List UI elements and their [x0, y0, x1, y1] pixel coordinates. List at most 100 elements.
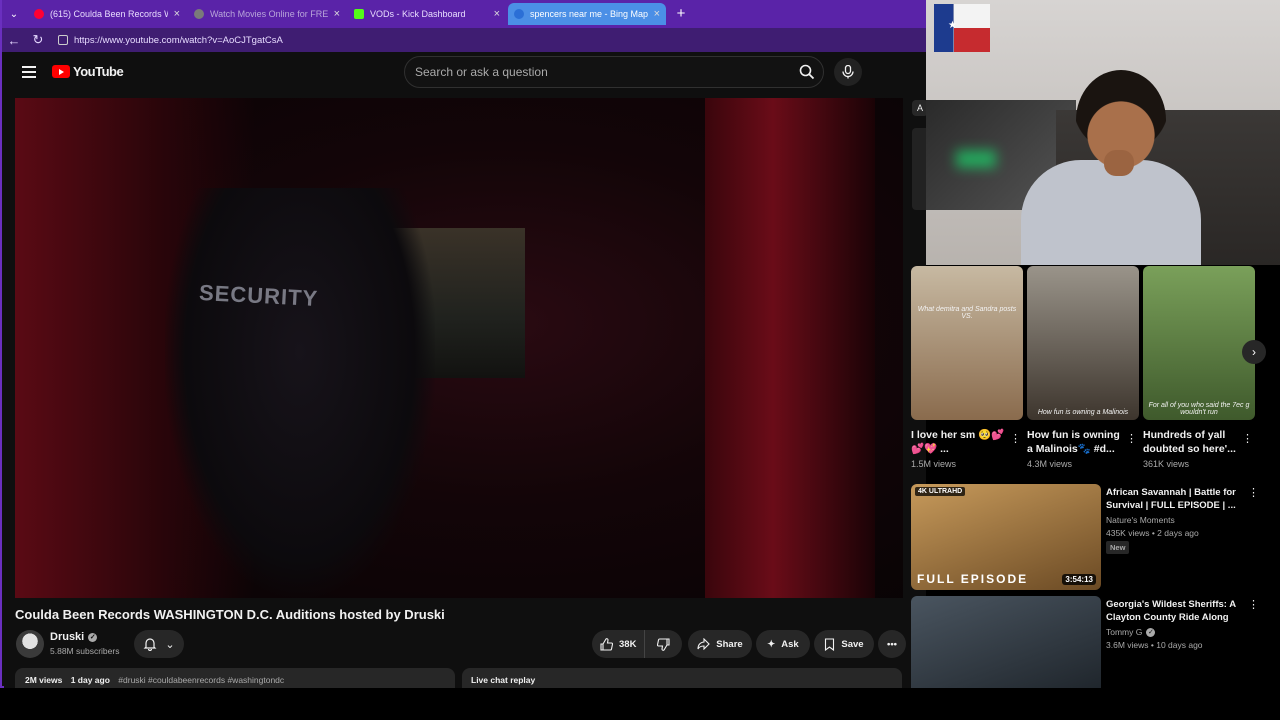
movies-favicon-icon: [194, 9, 204, 19]
close-tab-icon[interactable]: ×: [494, 8, 500, 20]
reload-icon[interactable]: ↻: [30, 32, 46, 48]
microphone-icon: [842, 65, 854, 79]
description-box[interactable]: 2M views 1 day ago #druski #couldabeenre…: [15, 668, 455, 688]
search-button[interactable]: [791, 57, 823, 87]
view-count: 2M views: [25, 675, 63, 685]
thumbnail-overlay-text: FULL EPISODE: [917, 572, 1029, 586]
back-arrow-icon[interactable]: ←: [6, 32, 22, 48]
video-frame-door: [705, 98, 875, 598]
live-chat-replay[interactable]: Live chat replay: [462, 668, 902, 688]
url-text: https://www.youtube.com/watch?v=AoCJTgat…: [74, 34, 283, 46]
verified-check-icon: ✓: [1146, 627, 1156, 637]
video-duration: 3:54:13: [1062, 574, 1096, 585]
close-tab-icon[interactable]: ×: [334, 8, 340, 20]
tab-list-button[interactable]: ⌄: [6, 6, 22, 22]
youtube-logo[interactable]: YouTube: [52, 64, 124, 79]
tab-youtube[interactable]: (615) Coulda Been Records W ×: [28, 3, 186, 25]
notification-bell-button[interactable]: ⌄: [134, 630, 184, 658]
more-vertical-icon[interactable]: ⋮: [1010, 432, 1021, 445]
ask-button[interactable]: ✦ Ask: [756, 630, 810, 658]
voice-search-button[interactable]: [834, 58, 862, 86]
video-thumbnail[interactable]: [911, 596, 1101, 688]
short-views: 361K views: [1143, 459, 1190, 469]
webcam-green-light: [956, 150, 996, 168]
upload-date: 1 day ago: [70, 675, 110, 685]
sparkle-icon: ✦: [767, 638, 776, 650]
video-player[interactable]: SECURITY: [15, 98, 903, 598]
video-title[interactable]: African Savannah | Battle for Survival |…: [1106, 486, 1236, 512]
short-views: 4.3M views: [1027, 459, 1073, 469]
bing-maps-favicon-icon: [514, 9, 524, 19]
more-vertical-icon[interactable]: ⋮: [1126, 432, 1137, 445]
address-bar: ← ↻ https://www.youtube.com/watch?v=AoCJ…: [2, 28, 928, 52]
video-thumbnail[interactable]: 4K ULTRAHD FULL EPISODE 3:54:13: [911, 484, 1101, 590]
video-channel[interactable]: Tommy G ✓: [1106, 627, 1156, 637]
recommended-video[interactable]: Georgia's Wildest Sheriffs: A Clayton Co…: [911, 596, 1271, 688]
like-button[interactable]: 38K: [592, 630, 646, 658]
subscriber-count: 5.88M subscribers: [50, 646, 120, 656]
more-vertical-icon[interactable]: ⋮: [1248, 486, 1259, 499]
bell-icon: [143, 638, 157, 651]
youtube-favicon-icon: [34, 9, 44, 19]
screen: ⌄ (615) Coulda Been Records W × Watch Mo…: [0, 0, 1280, 720]
short-views: 1.5M views: [911, 459, 957, 469]
video-meta: 3.6M views • 10 days ago: [1106, 640, 1203, 650]
video-title: Coulda Been Records WASHINGTON D.C. Audi…: [15, 607, 445, 622]
browser-window: ⌄ (615) Coulda Been Records W × Watch Mo…: [0, 0, 928, 688]
channel-name[interactable]: Druski ✓: [50, 631, 98, 643]
verified-check-icon: ✓: [88, 632, 98, 642]
close-tab-icon[interactable]: ×: [654, 8, 660, 20]
webcam-streamer-body: [1021, 160, 1201, 265]
share-button[interactable]: Share: [688, 630, 752, 658]
like-count: 38K: [619, 638, 637, 650]
short-thumbnail[interactable]: For all of you who said the 7ec g wouldn…: [1143, 266, 1255, 420]
kick-favicon-icon: [354, 9, 364, 19]
video-title[interactable]: Georgia's Wildest Sheriffs: A Clayton Co…: [1106, 598, 1236, 624]
like-dislike-group: 38K: [592, 630, 682, 658]
webcam-streamer-hand: [1104, 150, 1134, 176]
short-card[interactable]: What demitra and Sandra posts VS. I love…: [911, 266, 1023, 469]
short-card[interactable]: For all of you who said the 7ec g wouldn…: [1143, 266, 1255, 469]
tab-bar: ⌄ (615) Coulda Been Records W × Watch Mo…: [2, 0, 928, 28]
hashtags[interactable]: #druski #couldabeenrecords #washingtondc: [118, 675, 284, 685]
texas-flag: ★: [934, 4, 990, 52]
more-actions-button[interactable]: •••: [878, 630, 906, 658]
webcam-overlay: ★: [926, 0, 1280, 265]
tab-bing-maps[interactable]: spencers near me - Bing Maps ×: [508, 3, 666, 25]
short-title[interactable]: How fun is owning a Malinois🐾 #d...: [1027, 428, 1123, 456]
video-meta: 435K views • 2 days ago: [1106, 528, 1199, 538]
youtube-page: YouTube SECURITY Coulda Been Records WAS…: [4, 52, 926, 688]
more-horizontal-icon: •••: [887, 638, 897, 650]
hamburger-menu-icon[interactable]: [22, 66, 36, 78]
bookmark-icon: [825, 637, 835, 651]
quality-badge: 4K ULTRAHD: [915, 487, 966, 496]
chevron-right-icon: ›: [1252, 345, 1256, 359]
video-frame-guard: [165, 188, 435, 598]
search-bar: [404, 56, 824, 88]
share-icon: [697, 638, 711, 650]
search-icon: [799, 64, 815, 80]
recommended-video[interactable]: 4K ULTRAHD FULL EPISODE 3:54:13 African …: [911, 484, 1271, 592]
new-tab-button[interactable]: +: [672, 4, 690, 22]
save-button[interactable]: Save: [814, 630, 874, 658]
short-thumbnail[interactable]: What demitra and Sandra posts VS.: [911, 266, 1023, 420]
shorts-next-button[interactable]: ›: [1242, 340, 1266, 364]
dislike-button[interactable]: [645, 630, 682, 658]
chevron-down-icon: ⌄: [165, 638, 175, 651]
close-tab-icon[interactable]: ×: [174, 8, 180, 20]
video-channel[interactable]: Nature's Moments: [1106, 515, 1175, 525]
short-title[interactable]: I love her sm 🥺💕💕💖 ...: [911, 428, 1007, 456]
channel-avatar[interactable]: [16, 630, 44, 658]
url-field[interactable]: https://www.youtube.com/watch?v=AoCJTgat…: [56, 31, 916, 49]
short-card[interactable]: How fun is owning a Malinois How fun is …: [1027, 266, 1139, 469]
youtube-play-icon: [52, 65, 70, 78]
short-title[interactable]: Hundreds of yall doubted so here'...: [1143, 428, 1239, 456]
more-vertical-icon[interactable]: ⋮: [1242, 432, 1253, 445]
site-info-icon[interactable]: [58, 35, 68, 45]
short-thumbnail[interactable]: How fun is owning a Malinois: [1027, 266, 1139, 420]
more-vertical-icon[interactable]: ⋮: [1248, 598, 1259, 611]
search-input[interactable]: [405, 65, 791, 79]
tab-movies[interactable]: Watch Movies Online for FREE | 1 ×: [188, 3, 346, 25]
tab-kick[interactable]: VODs - Kick Dashboard ×: [348, 3, 506, 25]
new-badge: New: [1106, 541, 1130, 554]
